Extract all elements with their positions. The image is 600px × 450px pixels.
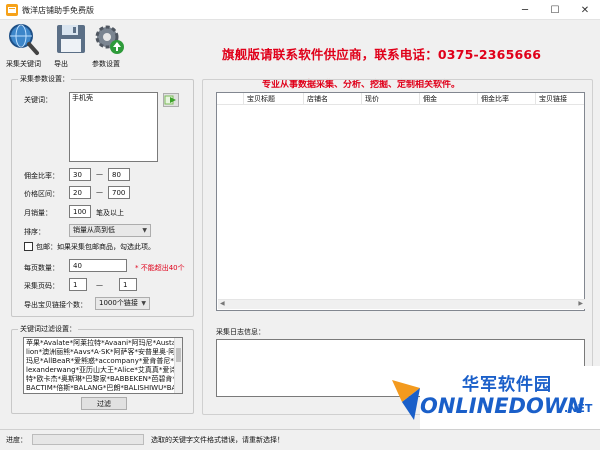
keyword-value: 手机壳	[72, 94, 93, 102]
export-count-select[interactable]: 1000个链接 ▼	[95, 297, 150, 310]
price-range-label: 价格区间：	[24, 190, 59, 198]
column-header-title[interactable]: 宝贝标题	[244, 93, 304, 104]
monthly-sales-suffix: 笔及以上	[96, 209, 124, 217]
magnifier-globe-icon	[9, 24, 39, 55]
watermark-logo: 华军软件园 ONLINEDOWN .NET	[392, 360, 600, 430]
column-header-price[interactable]: 现价	[362, 93, 420, 104]
results-hscrollbar[interactable]: ◀ ▶	[218, 299, 585, 309]
collect-keyword-label: 采集关键词	[6, 60, 41, 68]
free-shipping-label: 包邮：如果采集包邮商品，勾选此项。	[36, 243, 155, 251]
column-header-link[interactable]: 宝贝链接	[536, 93, 584, 104]
watermark-cn: 华军软件园	[462, 375, 552, 395]
progress-bar	[32, 434, 144, 445]
floppy-disk-icon	[57, 25, 85, 53]
window-title: 微洋店铺助手免费版	[22, 6, 94, 15]
filter-button[interactable]: 过滤	[81, 397, 127, 410]
settings-label: 参数设置	[92, 60, 120, 68]
price-min-input[interactable]: 20	[69, 186, 91, 199]
column-header-commission-rate[interactable]: 佣金比率	[478, 93, 536, 104]
page-dash: —	[96, 281, 103, 289]
chevron-down-icon: ▼	[142, 227, 147, 234]
commission-min-input[interactable]: 30	[69, 168, 91, 181]
monthly-sales-input[interactable]: 100	[69, 205, 91, 218]
keyword-input[interactable]: 手机壳	[69, 92, 158, 162]
page-label: 采集页码：	[24, 282, 59, 290]
page-to-input[interactable]: 1	[119, 278, 137, 291]
filter-group-title: 关键词过滤设置：	[18, 325, 78, 334]
contact-headline: 旗舰版请联系软件供应商，联系电话：0375-2365666	[222, 47, 542, 62]
import-arrow-icon	[164, 95, 176, 105]
free-shipping-checkbox[interactable]	[24, 242, 33, 251]
column-header-shop[interactable]: 店铺名	[304, 93, 362, 104]
status-message: 选取的关键字文件格式错误，请重新选择！	[151, 436, 284, 444]
keyword-label: 关键词：	[24, 96, 52, 104]
title-bar: 微洋店铺助手免费版 ─ ☐ ✕	[0, 0, 600, 20]
price-max-input[interactable]: 700	[108, 186, 130, 199]
status-bar: 进度： 选取的关键字文件格式错误，请重新选择！	[0, 429, 600, 450]
price-dash: —	[96, 188, 103, 196]
app-icon	[6, 4, 18, 16]
commission-dash: —	[96, 170, 103, 178]
filter-text: 苹果*Avalate*阿莱拉特*Avaani*阿玛尼*Austarlion*澳洲…	[26, 339, 179, 392]
results-table-header: 宝贝标题 店铺名 现价 佣金 佣金比率 宝贝链接	[217, 93, 584, 105]
collect-keyword-button[interactable]: 采集关键词	[6, 22, 41, 68]
sort-label: 排序：	[24, 228, 45, 236]
export-button[interactable]: 导出	[54, 22, 88, 68]
watermark-en: ONLINEDOWN	[420, 394, 585, 418]
params-group-title: 采集参数设置：	[18, 75, 71, 84]
per-page-label: 每页数量：	[24, 264, 59, 272]
page-from-input[interactable]: 1	[69, 278, 87, 291]
close-button[interactable]: ✕	[570, 0, 600, 20]
filter-textarea[interactable]: 苹果*Avalate*阿莱拉特*Avaani*阿玛尼*Austarlion*澳洲…	[23, 337, 183, 394]
export-count-value: 1000个链接	[99, 299, 138, 307]
minimize-button[interactable]: ─	[510, 0, 540, 20]
log-title: 采集日志信息：	[216, 328, 265, 336]
results-table[interactable]: 宝贝标题 店铺名 现价 佣金 佣金比率 宝贝链接 ◀ ▶	[216, 92, 585, 311]
settings-button[interactable]: 参数设置	[92, 22, 126, 68]
import-keyword-button[interactable]	[163, 93, 179, 107]
scroll-left-icon[interactable]: ◀	[220, 300, 225, 307]
maximize-button[interactable]: ☐	[540, 0, 570, 20]
sort-select[interactable]: 销量从高到低 ▼	[69, 224, 151, 237]
gear-upload-icon	[95, 25, 124, 54]
export-label: 导出	[54, 60, 68, 68]
commission-max-input[interactable]: 80	[108, 168, 130, 181]
toolbar: 采集关键词 导出 参数设置 旗舰版请联系软件供应商，联系电话：0375-2365…	[0, 20, 600, 90]
per-page-note: * 不能超出40个	[135, 264, 185, 272]
per-page-input[interactable]: 40	[69, 259, 127, 272]
export-count-label: 导出宝贝链接个数：	[24, 301, 87, 309]
filter-scrollbar[interactable]	[174, 338, 182, 393]
column-header-index[interactable]	[217, 93, 244, 104]
progress-label: 进度：	[6, 436, 27, 444]
scroll-right-icon[interactable]: ▶	[578, 300, 583, 307]
commission-ratio-label: 佣金比率：	[24, 172, 59, 180]
sort-value: 销量从高到低	[73, 226, 115, 234]
chevron-down-icon: ▼	[141, 300, 146, 307]
watermark-suffix: .NET	[564, 402, 593, 415]
column-header-commission[interactable]: 佣金	[420, 93, 478, 104]
monthly-sales-label: 月销量：	[24, 209, 52, 217]
